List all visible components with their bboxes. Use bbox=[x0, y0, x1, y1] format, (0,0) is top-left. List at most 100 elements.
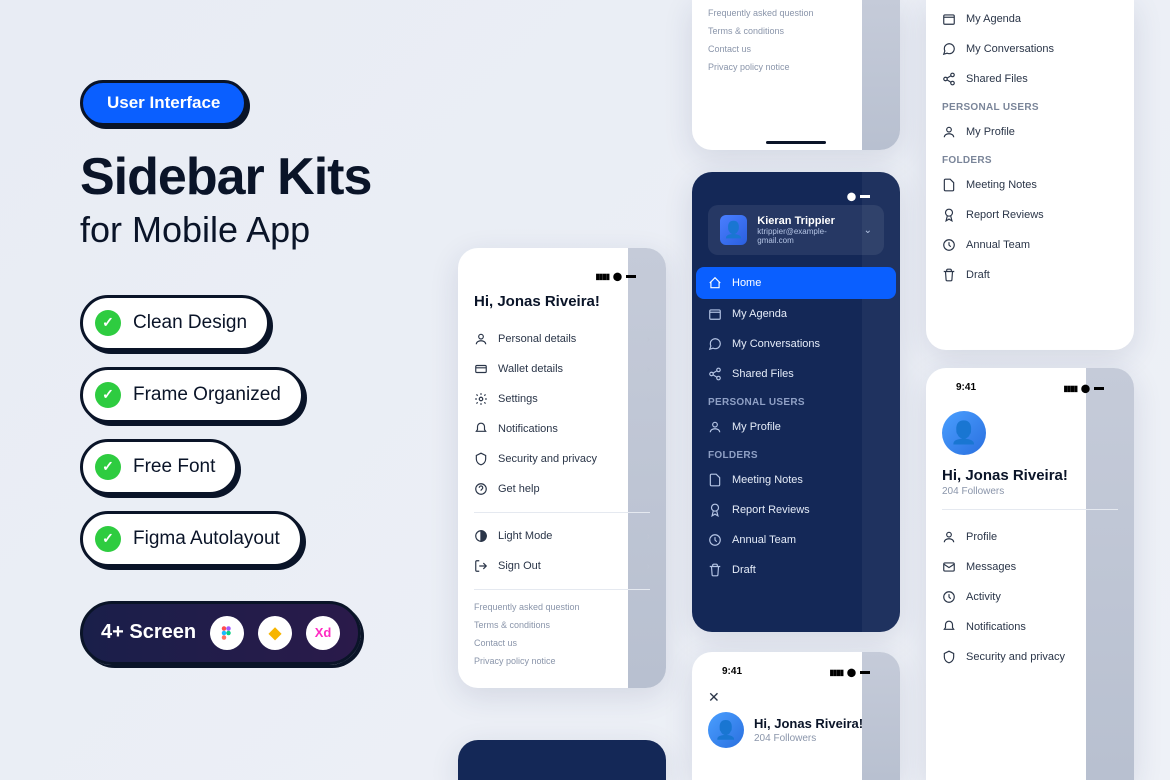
xd-icon: Xd bbox=[306, 616, 340, 650]
status-time: 9:41 bbox=[956, 382, 976, 393]
menu-shared-files[interactable]: Shared Files bbox=[708, 359, 884, 389]
section-personal-users: PERSONAL USERS bbox=[942, 94, 1118, 117]
menu-draft[interactable]: Draft bbox=[942, 260, 1118, 290]
status-icons bbox=[1063, 382, 1104, 393]
menu-notifications[interactable]: Notifications bbox=[942, 612, 1118, 642]
menu-meeting-notes[interactable]: Meeting Notes bbox=[942, 170, 1118, 200]
menu-security[interactable]: Security and privacy› bbox=[474, 444, 650, 474]
logout-icon bbox=[474, 559, 488, 573]
figma-icon bbox=[210, 616, 244, 650]
phone-mockup-dark-sidebar: 👤 Kieran Trippierktrippier@example-gmail… bbox=[692, 172, 900, 632]
menu-annual-team[interactable]: Annual Team bbox=[942, 230, 1118, 260]
phone-mockup-fragment-dark bbox=[458, 740, 666, 780]
footer-contact[interactable]: Contact us bbox=[708, 40, 884, 58]
menu-my-profile[interactable]: My Profile bbox=[708, 412, 884, 442]
close-icon[interactable]: ✕ bbox=[708, 689, 884, 706]
footer-faq[interactable]: Frequently asked question bbox=[474, 598, 650, 616]
menu-profile[interactable]: Profile bbox=[942, 522, 1118, 552]
bell-icon bbox=[474, 422, 488, 436]
feature-frame-organized: ✓Frame Organized bbox=[80, 367, 304, 423]
screen-count-badge: 4+ Screen ◆ Xd bbox=[80, 601, 361, 665]
footer-privacy[interactable]: Privacy policy notice bbox=[474, 652, 650, 670]
chevron-right-icon: › bbox=[647, 394, 650, 405]
greeting-text: Hi, Jonas Riveira! bbox=[754, 716, 863, 731]
main-title: Sidebar Kits bbox=[80, 150, 460, 205]
menu-my-agenda[interactable]: My Agenda bbox=[708, 299, 884, 329]
menu-security[interactable]: Security and privacy bbox=[942, 642, 1118, 672]
chevron-right-icon: › bbox=[647, 424, 650, 435]
menu-my-agenda[interactable]: My Agenda bbox=[942, 4, 1118, 34]
trash-icon bbox=[942, 268, 956, 282]
footer-faq[interactable]: Frequently asked question bbox=[708, 4, 884, 22]
avatar: 👤 bbox=[720, 215, 747, 245]
menu-annual-team[interactable]: Annual Team bbox=[708, 525, 884, 555]
wallet-icon bbox=[474, 362, 488, 376]
footer-terms[interactable]: Terms & conditions bbox=[474, 616, 650, 634]
subtitle: for Mobile App bbox=[80, 209, 460, 251]
chevron-right-icon: › bbox=[647, 454, 650, 465]
contrast-icon bbox=[474, 529, 488, 543]
menu-help[interactable]: Get help› bbox=[474, 474, 650, 504]
badge-icon bbox=[942, 208, 956, 222]
calendar-icon bbox=[942, 12, 956, 26]
menu-wallet-details[interactable]: Wallet details› bbox=[474, 354, 650, 384]
mail-icon bbox=[942, 560, 956, 574]
home-indicator bbox=[766, 141, 826, 144]
gear-icon bbox=[474, 392, 488, 406]
help-icon bbox=[474, 482, 488, 496]
menu-report-reviews[interactable]: Report Reviews bbox=[942, 200, 1118, 230]
check-icon: ✓ bbox=[95, 382, 121, 408]
footer-terms[interactable]: Terms & conditions bbox=[708, 22, 884, 40]
shield-icon bbox=[942, 650, 956, 664]
footer-privacy[interactable]: Privacy policy notice bbox=[708, 58, 884, 76]
share-icon bbox=[708, 367, 722, 381]
menu-settings[interactable]: Settings› bbox=[474, 384, 650, 414]
section-folders: FOLDERS bbox=[708, 442, 884, 465]
check-icon: ✓ bbox=[95, 526, 121, 552]
chat-icon bbox=[942, 42, 956, 56]
note-icon bbox=[942, 178, 956, 192]
menu-messages[interactable]: Messages bbox=[942, 552, 1118, 582]
menu-my-conversations[interactable]: My Conversations bbox=[708, 329, 884, 359]
followers-text: 204 Followers bbox=[942, 486, 1118, 497]
activity-icon bbox=[942, 590, 956, 604]
menu-meeting-notes[interactable]: Meeting Notes bbox=[708, 465, 884, 495]
menu-activity[interactable]: Activity bbox=[942, 582, 1118, 612]
chat-icon bbox=[708, 337, 722, 351]
footer-contact[interactable]: Contact us bbox=[474, 634, 650, 652]
check-icon: ✓ bbox=[95, 454, 121, 480]
share-icon bbox=[942, 72, 956, 86]
menu-shared-files[interactable]: Shared Files bbox=[942, 64, 1118, 94]
menu-my-conversations[interactable]: My Conversations bbox=[942, 34, 1118, 64]
phone-mockup-light-sidebar: My Agenda My Conversations Shared Files … bbox=[926, 0, 1134, 350]
menu-personal-details[interactable]: Personal details› bbox=[474, 324, 650, 354]
clock-icon bbox=[942, 238, 956, 252]
chevron-right-icon: › bbox=[647, 484, 650, 495]
section-folders: FOLDERS bbox=[942, 147, 1118, 170]
greeting-text: Hi, Jonas Riveira! bbox=[942, 467, 1118, 484]
home-icon bbox=[708, 276, 722, 290]
user-card[interactable]: 👤 Kieran Trippierktrippier@example-gmail… bbox=[708, 205, 884, 255]
chevron-right-icon: › bbox=[647, 364, 650, 375]
menu-report-reviews[interactable]: Report Reviews bbox=[708, 495, 884, 525]
bell-icon bbox=[942, 620, 956, 634]
sketch-icon: ◆ bbox=[258, 616, 292, 650]
chevron-right-icon: › bbox=[647, 334, 650, 345]
avatar: 👤 bbox=[708, 712, 744, 748]
menu-sign-out[interactable]: Sign Out› bbox=[474, 551, 650, 581]
person-icon bbox=[942, 125, 956, 139]
chevron-right-icon: › bbox=[647, 561, 650, 572]
status-icons bbox=[847, 190, 870, 201]
feature-clean-design: ✓Clean Design bbox=[80, 295, 270, 351]
followers-text: 204 Followers bbox=[754, 733, 863, 744]
menu-notifications[interactable]: Notifications› bbox=[474, 414, 650, 444]
menu-home[interactable]: Home bbox=[696, 267, 896, 299]
menu-light-mode[interactable]: Light Mode› bbox=[474, 521, 650, 551]
shield-icon bbox=[474, 452, 488, 466]
chevron-right-icon: › bbox=[647, 531, 650, 542]
phone-mockup-fragment-top: Frequently asked question Terms & condit… bbox=[692, 0, 900, 150]
feature-free-font: ✓Free Font bbox=[80, 439, 238, 495]
menu-draft[interactable]: Draft bbox=[708, 555, 884, 585]
menu-my-profile[interactable]: My Profile bbox=[942, 117, 1118, 147]
greeting-text: Hi, Jonas Riveira! bbox=[474, 293, 650, 310]
